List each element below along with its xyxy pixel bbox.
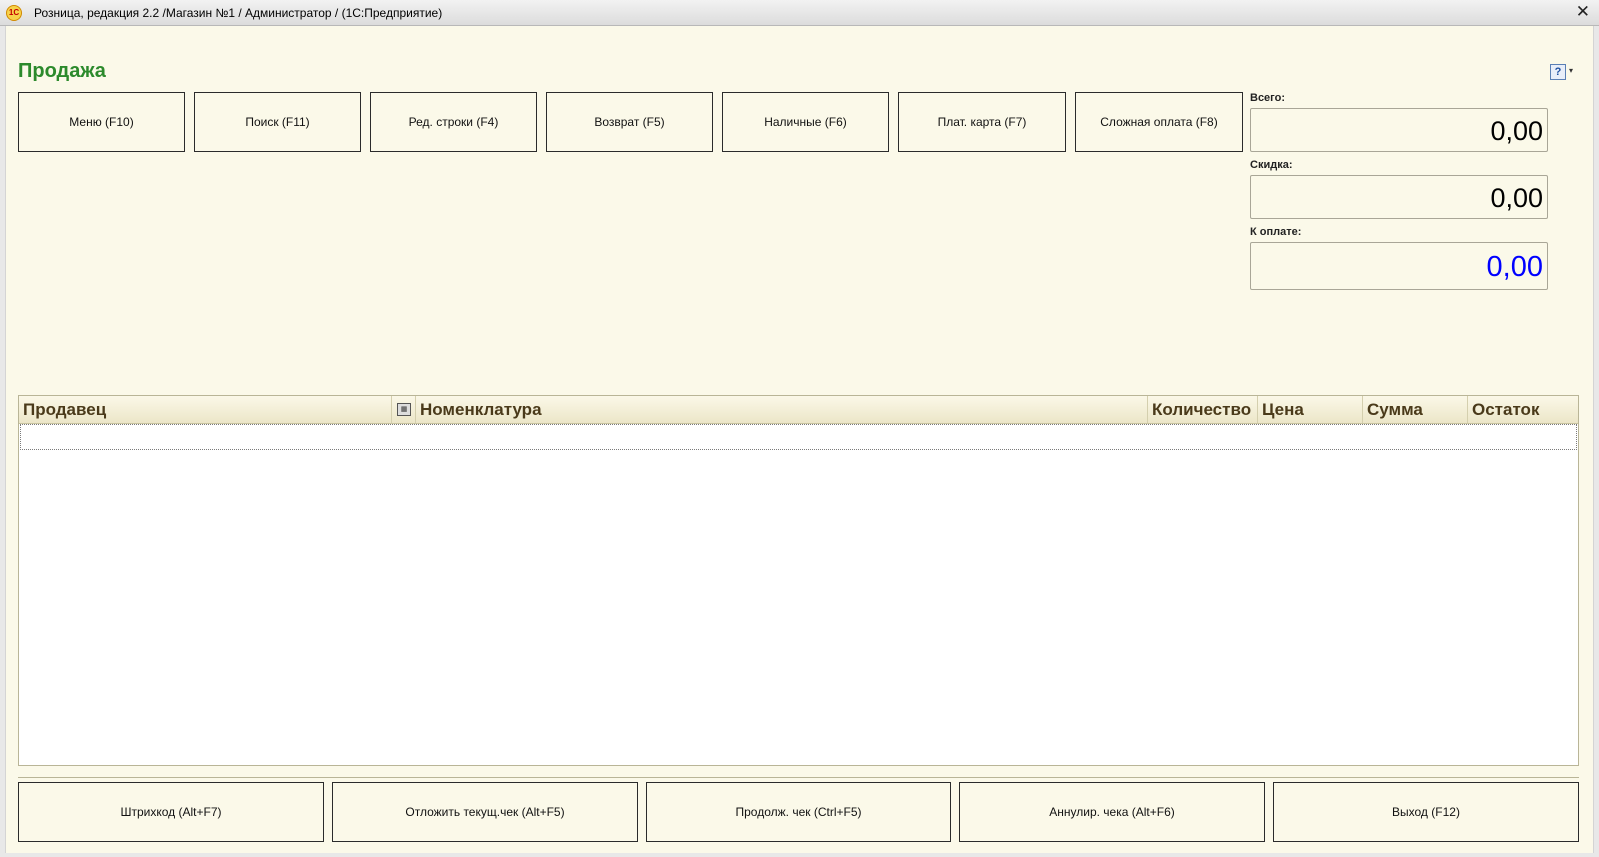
close-icon[interactable]: ✕ xyxy=(1576,2,1590,22)
window-title: Розница, редакция 2.2 /Магазин №1 / Адми… xyxy=(34,6,443,20)
form-title: Продажа xyxy=(18,60,106,82)
discount-value: 0,00 xyxy=(1250,175,1548,219)
complex-payment-button[interactable]: Сложная оплата (F8) xyxy=(1075,92,1243,152)
amount-due-value: 0,00 xyxy=(1250,242,1548,290)
cancel-receipt-button[interactable]: Аннулир. чека (Alt+F6) xyxy=(959,782,1265,842)
continue-receipt-button[interactable]: Продолж. чек (Ctrl+F5) xyxy=(646,782,951,842)
column-header-item[interactable]: Номенклатура xyxy=(416,396,1148,423)
cash-button[interactable]: Наличные (F6) xyxy=(722,92,889,152)
discount-label: Скидка: xyxy=(1250,159,1293,171)
help-icon: ? xyxy=(1550,64,1566,80)
total-label: Всего: xyxy=(1250,92,1285,104)
app-logo-icon: 1С xyxy=(6,5,22,21)
grid-icon: ▦ xyxy=(397,403,411,416)
barcode-button[interactable]: Штрихкод (Alt+F7) xyxy=(18,782,324,842)
sales-table[interactable]: Продавец ▦ Номенклатура Количество Цена … xyxy=(18,395,1579,766)
column-header-price[interactable]: Цена xyxy=(1258,396,1363,423)
column-header-remainder[interactable]: Остаток xyxy=(1468,396,1578,423)
exit-button[interactable]: Выход (F12) xyxy=(1273,782,1579,842)
window-frame-bottom xyxy=(0,853,1599,857)
window-frame-right xyxy=(1593,26,1599,857)
window-frame-left xyxy=(0,26,6,857)
edit-line-button[interactable]: Ред. строки (F4) xyxy=(370,92,537,152)
bottom-divider xyxy=(18,777,1579,778)
chevron-down-icon: ▾ xyxy=(1569,66,1574,75)
help-button[interactable]: ? ▾ xyxy=(1550,64,1578,82)
menu-button[interactable]: Меню (F10) xyxy=(18,92,185,152)
window-titlebar: 1С Розница, редакция 2.2 /Магазин №1 / А… xyxy=(0,0,1599,26)
column-header-seller[interactable]: Продавец xyxy=(19,396,392,423)
column-settings-icon[interactable]: ▦ xyxy=(392,396,416,423)
column-header-sum[interactable]: Сумма xyxy=(1363,396,1468,423)
amount-due-label: К оплате: xyxy=(1250,226,1302,238)
table-header: Продавец ▦ Номенклатура Количество Цена … xyxy=(19,396,1578,424)
card-payment-button[interactable]: Плат. карта (F7) xyxy=(898,92,1066,152)
postpone-receipt-button[interactable]: Отложить текущ.чек (Alt+F5) xyxy=(332,782,638,842)
return-button[interactable]: Возврат (F5) xyxy=(546,92,713,152)
column-header-quantity[interactable]: Количество xyxy=(1148,396,1258,423)
total-value: 0,00 xyxy=(1250,108,1548,152)
table-row[interactable] xyxy=(20,424,1577,450)
search-button[interactable]: Поиск (F11) xyxy=(194,92,361,152)
